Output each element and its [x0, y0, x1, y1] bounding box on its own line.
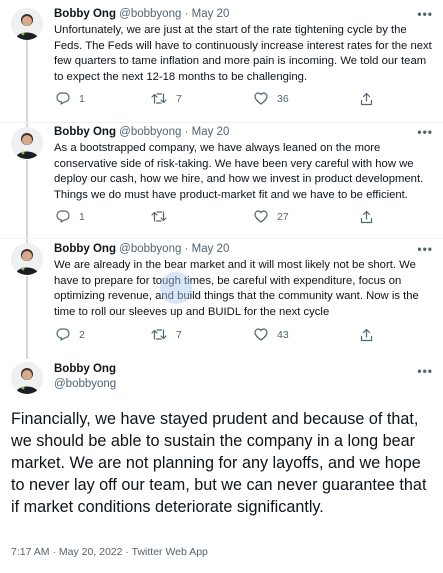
- retweet-icon: [151, 211, 167, 222]
- share-button[interactable]: [360, 210, 373, 224]
- heart-icon: [254, 328, 268, 341]
- reply-button[interactable]: 2: [56, 328, 85, 341]
- like-button[interactable]: 36: [254, 92, 289, 105]
- tweet-text: As a bootstrapped company, we have alway…: [54, 142, 424, 201]
- tweet-actions: 1 7 36: [54, 92, 394, 108]
- reply-count: 1: [79, 92, 85, 105]
- more-options-icon[interactable]: •••: [417, 125, 433, 139]
- tweet-text: Unfortunately, we are just at the start …: [54, 24, 432, 83]
- share-icon: [360, 210, 373, 224]
- like-count: 36: [277, 92, 289, 105]
- tweet-date[interactable]: May 20: [192, 243, 230, 255]
- share-icon: [360, 92, 373, 106]
- avatar[interactable]: [11, 243, 43, 275]
- avatar[interactable]: [11, 362, 43, 394]
- retweet-button[interactable]: 7: [151, 328, 182, 341]
- tweet-timestamp[interactable]: 7:17 AM · May 20, 2022 · Twitter Web App: [11, 546, 208, 558]
- tweet-header: Bobby Ong @bobbyong · May 20: [54, 242, 229, 256]
- tweet-actions: 1 27: [54, 210, 394, 226]
- avatar[interactable]: [11, 127, 43, 159]
- more-options-icon[interactable]: •••: [417, 242, 433, 256]
- author-handle[interactable]: @bobbyong: [54, 378, 116, 390]
- author-name[interactable]: Bobby Ong: [54, 126, 116, 138]
- tweet[interactable]: Bobby Ong @bobbyong · May 20 ••• Unfortu…: [0, 0, 443, 122]
- dot-separator: ·: [184, 8, 189, 20]
- tweet-date[interactable]: May 20: [192, 8, 230, 20]
- tweet-date[interactable]: May 20: [192, 126, 230, 138]
- retweet-icon: [151, 93, 167, 104]
- avatar[interactable]: [11, 8, 43, 40]
- reply-count: 1: [79, 210, 85, 223]
- reply-icon: [56, 92, 70, 105]
- reply-icon: [56, 328, 70, 341]
- dot-separator: ·: [184, 243, 189, 255]
- share-button[interactable]: [360, 328, 373, 342]
- tweet[interactable]: Bobby Ong @bobbyong · May 20 ••• We are …: [0, 238, 443, 354]
- more-options-icon[interactable]: •••: [417, 7, 433, 21]
- retweet-count: 7: [176, 328, 182, 341]
- tweet-text: Financially, we have stayed prudent and …: [11, 410, 427, 516]
- author-name[interactable]: Bobby Ong: [54, 8, 116, 20]
- author-name[interactable]: Bobby Ong: [54, 363, 116, 375]
- reply-icon: [56, 210, 70, 223]
- reply-button[interactable]: 1: [56, 210, 85, 223]
- retweet-count: 7: [176, 92, 182, 105]
- reply-button[interactable]: 1: [56, 92, 85, 105]
- author-handle[interactable]: @bobbyong: [119, 243, 181, 255]
- author-handle[interactable]: @bobbyong: [119, 126, 181, 138]
- tweet-header: Bobby Ong @bobbyong · May 20: [54, 125, 229, 139]
- tweet-header: Bobby Ong @bobbyong · May 20: [54, 7, 229, 21]
- tweet-text: We are already in the bear market and it…: [54, 259, 419, 318]
- heart-icon: [254, 92, 268, 105]
- like-button[interactable]: 27: [254, 210, 289, 223]
- retweet-icon: [151, 329, 167, 340]
- like-count: 43: [277, 328, 289, 341]
- author-name[interactable]: Bobby Ong: [54, 243, 116, 255]
- tweet[interactable]: Bobby Ong @bobbyong · May 20 ••• As a bo…: [0, 122, 443, 238]
- dot-separator: ·: [184, 126, 189, 138]
- reply-count: 2: [79, 328, 85, 341]
- share-button[interactable]: [360, 92, 373, 106]
- tweet-actions: 2 7 43: [54, 328, 394, 344]
- share-icon: [360, 328, 373, 342]
- retweet-button[interactable]: [151, 210, 176, 223]
- author-handle[interactable]: @bobbyong: [119, 8, 181, 20]
- retweet-button[interactable]: 7: [151, 92, 182, 105]
- like-button[interactable]: 43: [254, 328, 289, 341]
- like-count: 27: [277, 210, 289, 223]
- watermark-logo: [160, 272, 192, 304]
- heart-icon: [254, 210, 268, 223]
- more-options-icon[interactable]: •••: [417, 364, 433, 378]
